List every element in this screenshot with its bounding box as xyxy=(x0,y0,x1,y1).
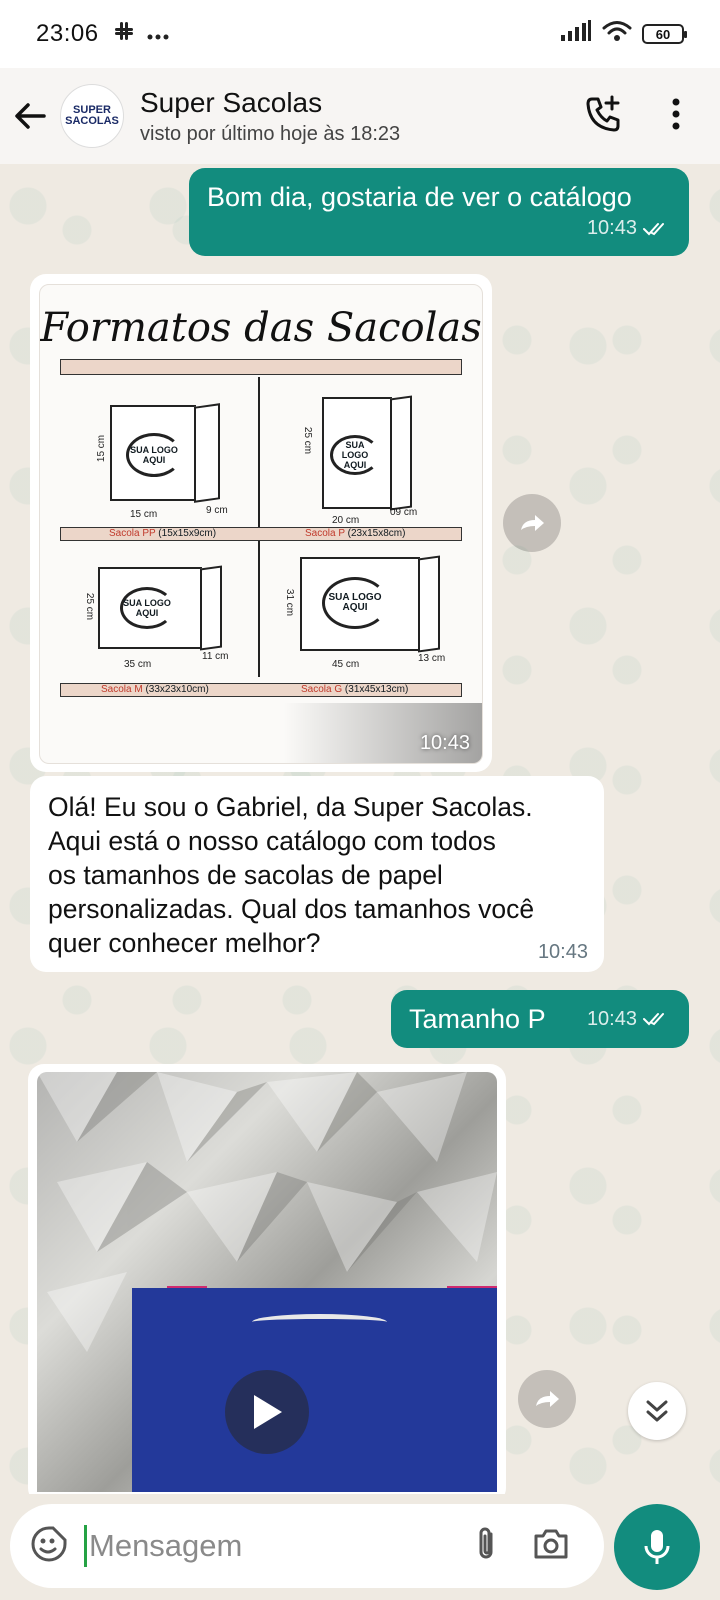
more-dots-icon xyxy=(147,21,169,47)
outgoing-message[interactable]: Tamanho P 10:43 xyxy=(391,990,689,1048)
play-icon xyxy=(254,1395,282,1429)
incoming-message[interactable]: Olá! Eu sou o Gabriel, da Super Sacolas.… xyxy=(30,776,604,972)
dim-g-h: 31 cm xyxy=(284,588,296,617)
image-shadow-gradient xyxy=(40,703,482,763)
message-time: 10:43 xyxy=(537,941,588,963)
bag-p-side xyxy=(390,395,412,511)
dim-p-d: 09 cm xyxy=(390,507,418,518)
caption-g: Sacola G (31x45x13cm) xyxy=(301,684,409,695)
double-check-icon xyxy=(643,1013,664,1026)
status-time: 23:06 xyxy=(36,20,99,47)
forward-icon xyxy=(521,515,544,531)
message-time: 10:43 xyxy=(586,217,637,239)
signal-icon xyxy=(560,19,592,49)
mic-icon xyxy=(644,1530,670,1564)
wifi-icon xyxy=(602,20,632,49)
catalog-band-1: Sacola PP (15x15x9cm) Sacola P (23x15x8c… xyxy=(60,527,462,541)
message-input[interactable]: Mensagem xyxy=(84,1525,474,1567)
caption-pp: Sacola PP (15x15x9cm) xyxy=(109,528,217,539)
emoji-sticker-icon[interactable] xyxy=(30,1525,68,1568)
chat-header: SUPER SACOLAS Super Sacolas visto por úl… xyxy=(0,68,720,164)
menu-icon[interactable] xyxy=(672,98,680,135)
double-chevron-down-icon xyxy=(646,1400,668,1422)
catalog-band-2: Sacola M (33x23x10cm) Sacola G (31x45x13… xyxy=(60,683,462,697)
dim-pp-w: 15 cm xyxy=(130,509,158,520)
catalog-image[interactable]: Formatos das Sacolas SUA LOGO AQUI 15 cm… xyxy=(39,284,483,764)
avatar[interactable]: SUPER SACOLAS xyxy=(60,84,124,148)
camera-icon[interactable] xyxy=(532,1528,570,1565)
caption-p: Sacola P (23x15x8cm) xyxy=(305,528,406,539)
dim-p-w: 20 cm xyxy=(332,515,360,526)
add-call-icon[interactable] xyxy=(584,95,622,138)
catalog-band-top xyxy=(60,359,462,375)
video-thumbnail[interactable] xyxy=(37,1072,497,1492)
chat-area[interactable]: Bom dia, gostaria de ver o catálogo 10:4… xyxy=(0,164,720,1494)
dim-p-h: 25 cm xyxy=(302,426,314,455)
back-button[interactable] xyxy=(0,102,60,130)
caption-m: Sacola M (33x23x10cm) xyxy=(101,684,209,695)
logo-placeholder: SUA LOGO AQUI xyxy=(120,587,174,629)
logo-placeholder: SUA LOGO AQUI xyxy=(322,577,388,629)
forward-icon xyxy=(536,1391,559,1407)
slack-icon xyxy=(113,20,135,48)
dim-g-d: 13 cm xyxy=(418,653,446,664)
back-arrow-icon xyxy=(15,103,46,129)
dim-pp-d: 9 cm xyxy=(206,505,228,516)
contact-name: Super Sacolas xyxy=(140,86,323,118)
message-text: Tamanho P xyxy=(409,1003,546,1034)
bag-m-side xyxy=(200,565,222,651)
message-input-bar: Mensagem xyxy=(10,1504,604,1588)
avatar-text-sacolas: SACOLAS xyxy=(65,115,119,127)
logo-placeholder: SUA LOGO AQUI xyxy=(126,433,182,477)
dim-g-w: 45 cm xyxy=(332,659,360,670)
dim-pp-h: 15 cm xyxy=(96,434,108,463)
status-bar: 23:06 60 xyxy=(0,0,720,68)
attach-icon[interactable] xyxy=(474,1526,498,1567)
forward-button[interactable] xyxy=(503,494,561,552)
last-seen: visto por último hoje às 18:23 xyxy=(140,122,401,145)
battery-icon: 60 xyxy=(642,24,687,44)
message-time: 10:43 xyxy=(586,1007,637,1030)
image-time: 10:43 xyxy=(419,732,470,754)
play-button[interactable] xyxy=(225,1370,309,1454)
bag-g-side xyxy=(418,555,440,653)
mic-button[interactable] xyxy=(614,1504,700,1590)
message-text: Bom dia, gostaria de ver o catálogo xyxy=(207,182,632,212)
forward-button[interactable] xyxy=(518,1370,576,1428)
logo-placeholder: SUA LOGO AQUI xyxy=(330,435,380,475)
message-text: Olá! Eu sou o Gabriel, da Super Sacolas.… xyxy=(48,792,535,958)
catalog-title: Formatos das Sacolas xyxy=(40,305,482,351)
dim-m-h: 25 cm xyxy=(84,592,96,621)
double-check-icon xyxy=(643,222,664,235)
bag-handle xyxy=(252,1314,387,1330)
dim-m-w: 35 cm xyxy=(124,659,152,670)
contact-info[interactable]: Super Sacolas visto por último hoje às 1… xyxy=(140,87,400,146)
scroll-to-bottom-button[interactable] xyxy=(628,1382,686,1440)
bag-pp-side xyxy=(194,403,220,503)
outgoing-message[interactable]: Bom dia, gostaria de ver o catálogo 10:4… xyxy=(189,168,689,256)
dim-m-d: 11 cm xyxy=(202,651,229,662)
